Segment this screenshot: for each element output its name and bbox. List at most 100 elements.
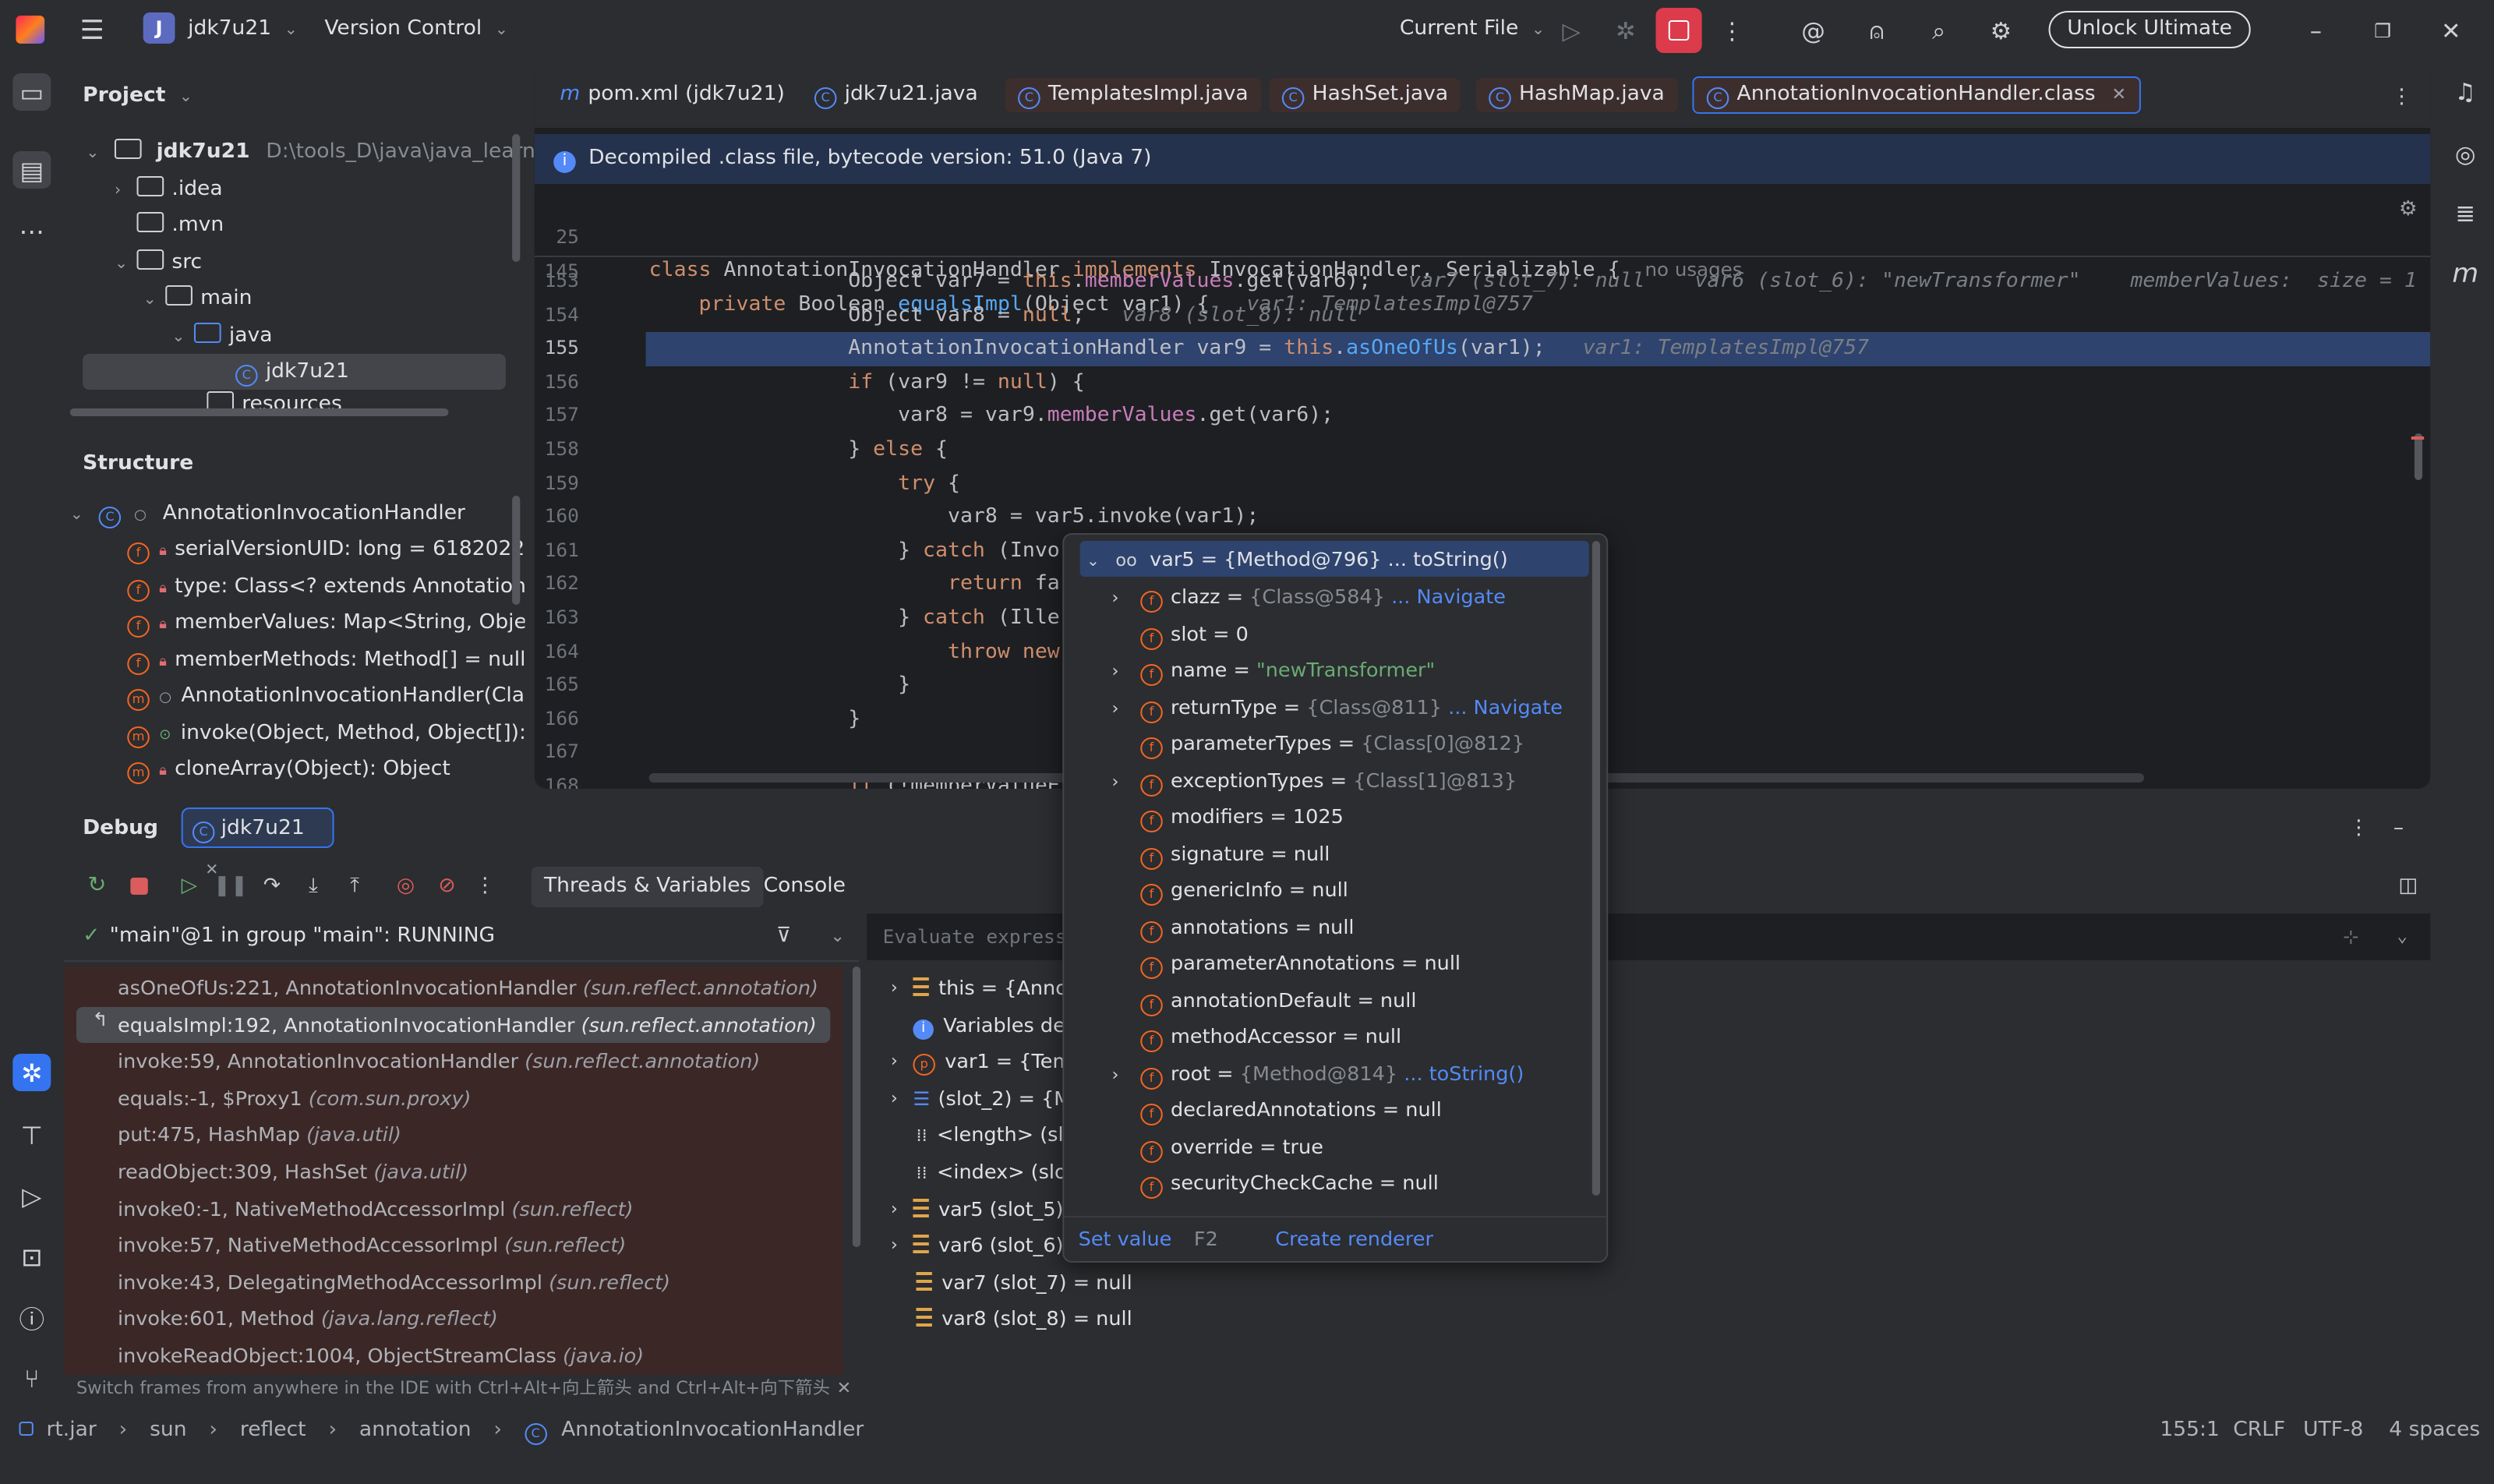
variable-row[interactable]: › ☰ (slot_2) = {M (891, 1080, 1071, 1117)
editor-vertical-scrollbar[interactable] (2414, 433, 2423, 480)
field-link[interactable]: ... toString() (1397, 1061, 1524, 1084)
stack-frame[interactable]: equalsImpl:192, AnnotationInvocationHand… (118, 1006, 817, 1043)
popup-field-row[interactable]: f parameterAnnotations = null (1112, 945, 1461, 981)
popup-field-row[interactable]: › f root = {Method@814} ... toString() (1112, 1055, 1524, 1091)
stack-frame[interactable]: invoke:57, NativeMethodAccessorImpl (sun… (118, 1227, 626, 1263)
project-folder-icon[interactable]: ▭ (12, 73, 51, 111)
popup-field-row[interactable]: f annotationDefault = null (1112, 981, 1416, 1018)
terminal-icon[interactable]: ⊡ (12, 1238, 51, 1275)
git-branch-icon[interactable]: ⑂ (12, 1359, 51, 1397)
breadcrumb-item[interactable]: rt.jar (46, 1419, 96, 1442)
chevron-right-icon[interactable]: › (1112, 690, 1135, 726)
code-line[interactable]: 158 } else { (535, 433, 2431, 467)
variable-row[interactable]: › var6 (slot_6) (891, 1227, 1064, 1263)
variable-row[interactable]: i Variables del (913, 1006, 1071, 1043)
popup-vertical-scrollbar[interactable] (1591, 541, 1601, 1196)
structure-member[interactable]: m ○ AnnotationInvocationHandler(Class<? (127, 678, 525, 714)
popup-field-row[interactable]: f modifiers = 1025 (1112, 798, 1344, 835)
code-line[interactable]: 154 Object var8 = null; var8 (slot_8): n… (535, 299, 2431, 332)
unlock-ultimate-button[interactable]: Unlock Ultimate (2048, 11, 2251, 48)
indent-setting[interactable]: 4 spaces (2389, 1419, 2480, 1442)
popup-field-row[interactable]: › f exceptionTypes = {Class[1]@813} (1112, 761, 1517, 798)
restore-icon[interactable]: ❐ (2367, 16, 2399, 47)
tab-threads-variables[interactable]: Threads & Variables (531, 867, 764, 907)
more-tools-icon[interactable]: ⋯ (12, 212, 51, 249)
maven-icon[interactable]: m (2448, 257, 2483, 292)
tree-item-src[interactable]: ⌄ src (115, 245, 202, 281)
popup-field-row[interactable]: f genericInfo = null (1112, 871, 1348, 908)
tab-pom-xml[interactable]: m pom.xml (jdk7u21) (547, 78, 797, 112)
vcs-widget[interactable]: Version Control ⌄ (324, 17, 508, 41)
ai-assistant-icon[interactable]: @ (1797, 16, 1829, 47)
structure-member[interactable]: f 🔒︎ serialVersionUID: long = 61820228836 (127, 532, 525, 567)
tab-hashmap-java[interactable]: C HashMap.java (1475, 78, 1678, 112)
chevron-right-icon[interactable]: › (891, 970, 898, 1006)
variable-row[interactable]: › this = {Anno (891, 970, 1068, 1006)
minimize-icon[interactable]: – (2300, 16, 2332, 47)
ai-chat-icon[interactable]: ◎ (2448, 137, 2483, 171)
breadcrumb-item[interactable]: AnnotationInvocationHandler (561, 1419, 864, 1442)
variable-row[interactable]: › var5 (slot_5) (891, 1190, 1064, 1227)
close-tab-icon[interactable]: ✕ (2111, 84, 2126, 104)
variable-row[interactable]: ⁞⁞ <length> (sl (917, 1117, 1064, 1154)
tab-jdk7u21-java[interactable]: Cjdk7u21.java (802, 78, 991, 112)
stack-frame[interactable]: invoke0:-1, NativeMethodAccessorImpl (su… (118, 1190, 634, 1227)
more-vertical-icon[interactable]: ⋮ (2389, 81, 2415, 112)
line-number[interactable]: 159 (535, 467, 579, 500)
tree-item-jdk7u21-class[interactable]: Cjdk7u21 (235, 354, 349, 390)
file-encoding[interactable]: UTF-8 (2303, 1419, 2363, 1442)
create-renderer-link[interactable]: Create renderer (1275, 1227, 1433, 1250)
more-vertical-icon[interactable]: ⋮ (1716, 16, 1748, 47)
chevron-right-icon[interactable]: › (1112, 653, 1135, 690)
popup-field-row[interactable]: f signature = null (1112, 835, 1330, 871)
chevron-right-icon[interactable]: › (1112, 1056, 1135, 1093)
variable-row[interactable]: ⁞⁞ <index> (slo (917, 1154, 1067, 1190)
line-number[interactable]: 160 (535, 500, 579, 534)
stop-icon[interactable] (124, 870, 153, 901)
view-breakpoints-icon[interactable]: ◎ (391, 870, 420, 901)
tree-item-main[interactable]: ⌄ main (143, 281, 252, 316)
tree-item-java[interactable]: ⌄ java (171, 318, 272, 354)
settings-gear-icon[interactable]: ⚙ (1985, 16, 2017, 47)
chevron-right-icon[interactable]: › (891, 1080, 898, 1117)
tree-item-idea[interactable]: › .idea (115, 171, 223, 207)
code-line[interactable]: 155 AnnotationInvocationHandler var9 = t… (535, 332, 2431, 366)
line-number[interactable]: 162 (535, 568, 579, 602)
line-number[interactable]: 167 (535, 737, 579, 770)
set-value-link[interactable]: Set value (1079, 1227, 1172, 1250)
stack-frame[interactable]: invoke:59, AnnotationInvocationHandler (… (118, 1043, 760, 1079)
line-separator[interactable]: CRLF (2233, 1419, 2285, 1442)
more-vertical-icon[interactable]: ⋮ (2347, 814, 2370, 842)
run-config-select[interactable]: Current File ⌄ (1400, 17, 1545, 41)
stack-frame[interactable]: put:475, HashMap (java.util) (118, 1117, 401, 1154)
chevron-right-icon[interactable]: › (891, 1227, 898, 1263)
popup-header-row[interactable]: ⌄ oo var5 = {Method@796} ... toString() (1086, 541, 1508, 578)
structure-member[interactable]: m ⊙ invoke(Object, Method, Object[]): Obje (127, 716, 525, 751)
vertical-scrollbar[interactable] (512, 134, 521, 262)
hide-panel-icon[interactable]: – (2386, 814, 2411, 842)
structure-member[interactable]: f 🔒︎ type: Class<? extends Annotation> (127, 569, 525, 605)
notifications-bell-icon[interactable]: ♫ (2448, 75, 2483, 109)
layout-icon[interactable]: ◫ (2395, 871, 2421, 899)
reader-mode-settings-icon[interactable]: ⚙ (2395, 196, 2421, 221)
popup-field-row[interactable]: › f clazz = {Class@584} ... Navigate (1112, 578, 1506, 615)
project-widget[interactable]: J jdk7u21 ⌄ (143, 12, 298, 50)
resume-icon[interactable]: ▷ (175, 870, 203, 901)
thread-selector[interactable]: ✓ "main"@1 in group "main": RUNNING ⊽ ⌄ (63, 913, 860, 962)
variable-row[interactable]: › p var1 = {Temp (891, 1043, 1085, 1079)
line-number[interactable]: 166 (535, 703, 579, 737)
debug-bug-icon[interactable]: ✲ (1609, 16, 1641, 47)
horizontal-scrollbar[interactable] (69, 408, 449, 416)
line-number[interactable]: 156 (535, 366, 579, 400)
tab-annotationinvocationhandler-class[interactable]: C AnnotationInvocationHandler.class ✕ (1692, 76, 2141, 114)
step-into-icon[interactable]: ⤓ (299, 870, 328, 901)
stop-button[interactable] (1655, 8, 1702, 53)
popup-field-row[interactable]: › f name = "newTransformer" (1112, 652, 1435, 690)
line-number[interactable]: 158 (535, 433, 579, 467)
run-icon[interactable]: ▷ (1556, 16, 1588, 47)
services-run-icon[interactable]: ▷ (12, 1177, 51, 1214)
line-number[interactable]: 153 (535, 265, 579, 299)
tab-console[interactable]: Console (764, 867, 846, 907)
caret-position[interactable]: 155:1 (2160, 1419, 2219, 1442)
project-panel-header[interactable]: Project ⌄ (83, 84, 193, 108)
